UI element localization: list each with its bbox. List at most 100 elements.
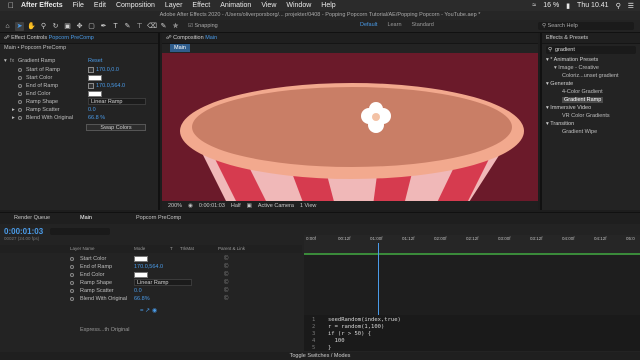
layer-prop-value[interactable]: 170.0,564.0 bbox=[134, 263, 163, 271]
composition-viewer[interactable] bbox=[162, 53, 538, 201]
effects-tree-item[interactable]: VR Color Gradients bbox=[542, 112, 640, 120]
comp-subtab-main[interactable]: Main bbox=[170, 44, 190, 52]
tab-main[interactable]: Main bbox=[80, 215, 92, 221]
home-icon[interactable]: ⌂ bbox=[3, 22, 12, 31]
prop-value[interactable]: 170.0,564.0 bbox=[96, 83, 125, 89]
battery-icon[interactable]: ▮ bbox=[566, 2, 570, 10]
menu-list-icon[interactable]: ☰ bbox=[628, 2, 634, 10]
workspace-default[interactable]: Default bbox=[360, 22, 377, 28]
layer-prop-value[interactable]: 0.0 bbox=[134, 287, 142, 295]
expression-controls[interactable]: = ↗ ◉ bbox=[140, 307, 157, 314]
expand-arrow-icon[interactable]: ▸ bbox=[12, 114, 15, 122]
time-ruler[interactable]: 0:00f 00:12f 01:00f 01:12f 02:00f 02:12f 03:00… bbox=[304, 235, 640, 253]
menu-help[interactable]: Help bbox=[321, 2, 335, 9]
effects-tree-item[interactable]: ▾ Image - Creative bbox=[542, 64, 640, 72]
col-t[interactable]: T bbox=[170, 245, 173, 253]
wifi-icon[interactable]: ≈ bbox=[532, 2, 536, 9]
menu-layer[interactable]: Layer bbox=[165, 2, 183, 9]
pan-behind-icon[interactable]: ✥ bbox=[75, 22, 84, 31]
menu-view[interactable]: View bbox=[261, 2, 276, 9]
menu-window[interactable]: Window bbox=[286, 2, 311, 9]
brush-tool-icon[interactable]: ✎ bbox=[123, 22, 132, 31]
eraser-tool-icon[interactable]: ⌫ bbox=[147, 22, 157, 31]
prop-value[interactable]: 66.8 % bbox=[88, 114, 105, 122]
effects-tree-item[interactable]: ▾ * Animation Presets bbox=[542, 56, 640, 64]
effects-tree-item[interactable]: Gradient Wipe bbox=[542, 128, 640, 136]
snapping-checkbox[interactable]: ☑ Snapping bbox=[188, 23, 218, 29]
effects-presets-tab[interactable]: Effects & Presets bbox=[542, 33, 640, 44]
battery-text[interactable]: 16 % bbox=[543, 2, 559, 9]
effects-tree-item[interactable]: 4-Color Gradient bbox=[542, 88, 640, 96]
text-tool-icon[interactable]: T bbox=[111, 22, 120, 31]
menu-effect[interactable]: Effect bbox=[192, 2, 210, 9]
expand-arrow-icon[interactable]: ▸ bbox=[12, 106, 15, 114]
col-parent-link[interactable]: Parent & Link bbox=[218, 245, 245, 253]
color-swatch[interactable] bbox=[134, 255, 148, 262]
stopwatch-icon[interactable] bbox=[18, 108, 22, 112]
layer-prop-value[interactable] bbox=[134, 271, 148, 279]
work-area-bar[interactable] bbox=[304, 253, 640, 255]
layer-prop-value[interactable] bbox=[134, 255, 148, 263]
selection-tool-icon[interactable]: ➤ bbox=[15, 21, 24, 31]
ramp-shape-dropdown[interactable]: Linear Ramp bbox=[88, 98, 146, 105]
effect-header-row[interactable]: ▾ fx Gradient Ramp Reset bbox=[0, 57, 160, 65]
code-line[interactable]: 5} bbox=[312, 345, 331, 352]
menu-composition[interactable]: Composition bbox=[116, 2, 155, 9]
workspace-learn[interactable]: Learn bbox=[387, 22, 401, 28]
puppet-tool-icon[interactable]: ✯ bbox=[171, 22, 180, 31]
pickwhip-icon[interactable]: © bbox=[224, 255, 228, 263]
pickwhip-icon[interactable]: © bbox=[224, 271, 228, 279]
color-swatch[interactable] bbox=[88, 90, 102, 97]
pickwhip-icon[interactable]: © bbox=[224, 287, 228, 295]
stopwatch-icon[interactable] bbox=[18, 92, 22, 96]
stopwatch-icon[interactable] bbox=[70, 265, 74, 269]
region-icon[interactable]: ▣ bbox=[247, 203, 252, 209]
prop-value[interactable]: 0.0 bbox=[88, 106, 96, 114]
reset-link[interactable]: Reset bbox=[88, 57, 102, 65]
camera-dropdown[interactable]: Active Camera bbox=[258, 203, 294, 209]
code-line[interactable]: 2 r = random(1,100) bbox=[312, 324, 384, 331]
stopwatch-icon[interactable] bbox=[18, 68, 22, 72]
effects-tree-item[interactable]: ▾ Transition bbox=[542, 120, 640, 128]
layer-prop-value[interactable]: Linear Ramp bbox=[134, 279, 192, 286]
fx-icon[interactable]: fx bbox=[10, 57, 14, 65]
pen-tool-icon[interactable]: ✒ bbox=[99, 22, 108, 31]
expand-arrow-icon[interactable]: ▾ bbox=[4, 57, 7, 65]
col-trkmat[interactable]: TrkMat bbox=[180, 245, 194, 253]
stopwatch-icon[interactable] bbox=[18, 116, 22, 120]
pickwhip-icon[interactable]: © bbox=[224, 263, 228, 271]
timeline-graph[interactable]: 0:00f 00:12f 01:00f 01:12f 02:00f 02:12f 03:00… bbox=[304, 235, 640, 351]
apple-icon[interactable]:  bbox=[8, 1, 14, 10]
playhead[interactable] bbox=[378, 243, 379, 315]
code-line[interactable]: 4 100 bbox=[312, 338, 345, 345]
prop-value[interactable]: 170.0,0.0 bbox=[96, 67, 119, 73]
stopwatch-icon[interactable] bbox=[70, 297, 74, 301]
timeline-timecode[interactable]: 0:00:01:03 bbox=[4, 227, 43, 236]
swap-colors-button[interactable]: Swap Colors bbox=[86, 124, 146, 131]
effects-search-input[interactable]: ⚲ gradient bbox=[546, 46, 636, 54]
camera-snapshot-icon[interactable]: ◉ bbox=[188, 203, 193, 209]
lock-icon[interactable]: ☍ bbox=[166, 35, 172, 41]
hand-tool-icon[interactable]: ✋ bbox=[27, 22, 36, 31]
color-swatch[interactable] bbox=[134, 271, 148, 278]
lock-icon[interactable]: ☍ bbox=[4, 35, 10, 41]
effects-tree-item[interactable]: Coloriz...unset gradient bbox=[542, 72, 640, 80]
col-layer-name[interactable]: Layer Name bbox=[70, 245, 95, 253]
stopwatch-icon[interactable] bbox=[70, 273, 74, 277]
stopwatch-icon[interactable] bbox=[70, 257, 74, 261]
stopwatch-icon[interactable] bbox=[18, 100, 22, 104]
expression-editor[interactable]: 1 seedRandom(index,true) 2 r = random(1,100… bbox=[304, 315, 640, 351]
zoom-tool-icon[interactable]: ⚲ bbox=[39, 22, 48, 31]
search-icon[interactable]: ⚲ bbox=[616, 2, 621, 10]
pickwhip-icon[interactable]: © bbox=[224, 279, 228, 287]
composition-tab[interactable]: ☍ Composition Main bbox=[162, 33, 538, 44]
code-line[interactable]: 1 seedRandom(index,true) bbox=[312, 317, 401, 324]
tab-popcorn-precomp[interactable]: Popcorn PreComp bbox=[136, 215, 181, 221]
toggle-switches-modes[interactable]: Toggle Switches / Modes bbox=[0, 352, 640, 360]
crosshair-icon[interactable] bbox=[88, 82, 94, 89]
stopwatch-icon[interactable] bbox=[70, 289, 74, 293]
menu-app[interactable]: After Effects bbox=[21, 2, 63, 9]
effects-tree-item[interactable]: ▾ Generate bbox=[542, 80, 640, 88]
tab-render-queue[interactable]: Render Queue bbox=[14, 215, 50, 221]
col-mode[interactable]: Mode bbox=[134, 245, 145, 253]
